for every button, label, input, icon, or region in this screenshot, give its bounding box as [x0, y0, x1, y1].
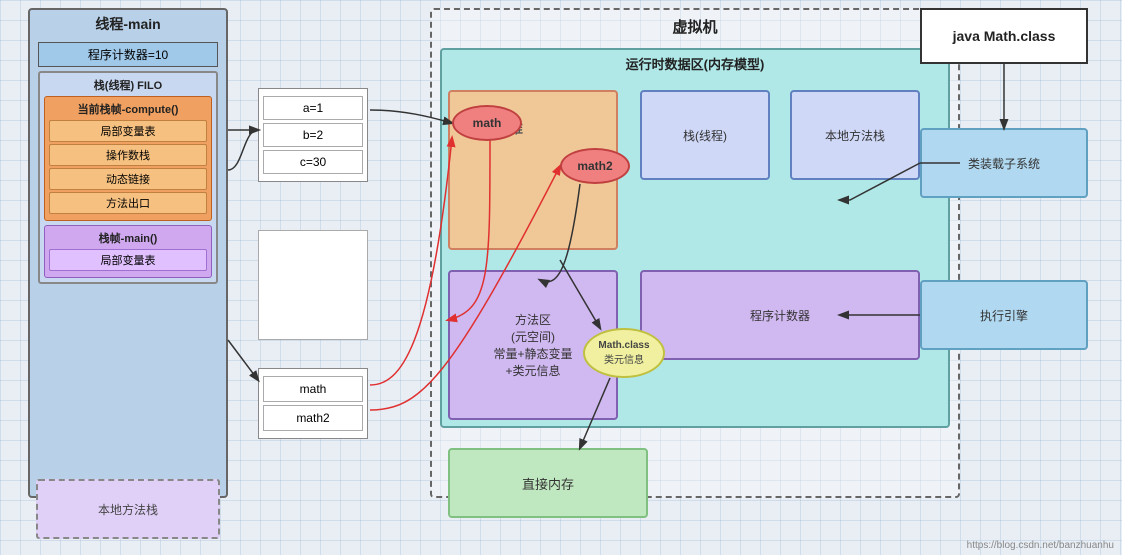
thread-main-box: 线程-main 程序计数器=10 栈(线程) FILO 当前栈帧-compute… [28, 8, 228, 498]
ref-math2: math2 [263, 405, 363, 431]
method-area-text: 方法区 (元空间) 常量+静态变量 +类元信息 [493, 311, 572, 379]
main-frame: 栈帧-main() 局部变量表 [44, 225, 212, 278]
program-counter: 程序计数器=10 [38, 42, 218, 67]
local-vars: 局部变量表 [49, 120, 207, 142]
diagram-container: 线程-main 程序计数器=10 栈(线程) FILO 当前栈帧-compute… [0, 0, 1122, 555]
stack-title: 栈(线程) FILO [44, 77, 212, 93]
runtime-title: 运行时数据区(内存模型) [442, 50, 948, 77]
var-a: a=1 [263, 96, 363, 120]
stack-section: 栈(线程) FILO 当前栈帧-compute() 局部变量表 操作数栈 动态链… [38, 71, 218, 284]
variables-box: a=1 b=2 c=30 [258, 88, 368, 182]
operand-stack: 操作数栈 [49, 144, 207, 166]
compute-frame: 当前栈帧-compute() 局部变量表 操作数栈 动态链接 方法出口 [44, 96, 212, 221]
direct-mem-box: 直接内存 [448, 448, 648, 518]
var-b: b=2 [263, 123, 363, 147]
var-c: c=30 [263, 150, 363, 174]
rt-stack-box: 栈(线程) [640, 90, 770, 180]
compute-frame-title: 当前栈帧-compute() [49, 101, 207, 117]
jvm-title: 虚拟机 [432, 16, 958, 37]
rt-native-box: 本地方法栈 [790, 90, 920, 180]
empty-box-middle [258, 230, 368, 340]
classloader-box: 类装载子系统 [920, 128, 1088, 198]
thread-main-title: 线程-main [30, 10, 226, 38]
native-stack: 本地方法栈 [36, 479, 220, 539]
math2-oval: math2 [560, 148, 630, 184]
main-frame-title: 栈帧-main() [49, 230, 207, 246]
rt-pc-box: 程序计数器 [640, 270, 920, 360]
math-oval: math [452, 105, 522, 141]
references-box: math math2 [258, 368, 368, 439]
method-exit: 方法出口 [49, 192, 207, 214]
watermark: https://blog.csdn.net/banzhuanhu [967, 540, 1114, 551]
java-mathclass-box: java Math.class [920, 8, 1088, 64]
dynamic-link: 动态链接 [49, 168, 207, 190]
exec-engine-box: 执行引擎 [920, 280, 1088, 350]
main-local-vars: 局部变量表 [49, 249, 207, 271]
mathclass-oval: Math.class 类元信息 [583, 328, 665, 378]
ref-math: math [263, 376, 363, 402]
